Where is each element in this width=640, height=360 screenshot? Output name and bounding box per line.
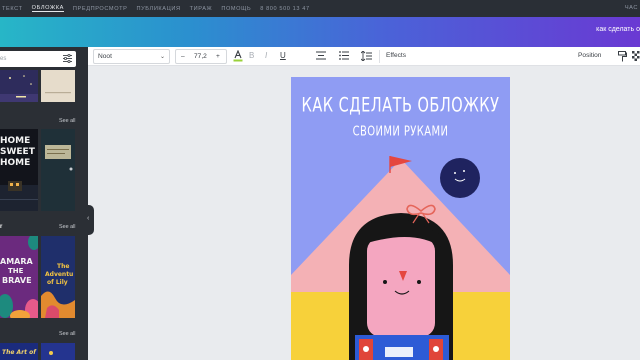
bold-button[interactable]: B — [249, 51, 254, 60]
template-thumb-art-of[interactable]: The Art of — [0, 343, 38, 360]
font-size-stepper: – 77,2 + — [175, 49, 227, 64]
home-line-2: SWEET — [0, 147, 35, 157]
position-button[interactable]: Position — [578, 52, 601, 59]
transparency-button[interactable] — [632, 51, 640, 63]
font-family-select[interactable]: Noot ⌄ — [93, 49, 170, 64]
line-spacing-icon — [360, 50, 372, 62]
chevron-left-icon: ‹ — [87, 215, 90, 222]
template-thumb-home-sweet-home[interactable]: HOME SWEET HOME — [0, 129, 38, 211]
adventure-line-2: Adventu — [45, 271, 74, 278]
panel-collapse-handle[interactable]: ‹ — [86, 205, 94, 235]
cover-subtitle[interactable]: СВОИМИ РУКАМИ — [291, 125, 510, 139]
italic-button[interactable]: I — [265, 51, 267, 60]
amara-line-3: BRAVE — [2, 276, 32, 285]
nav-item-cover[interactable]: ОБЛОЖКА — [31, 5, 64, 12]
section-title-2: r — [0, 224, 3, 230]
align-center-icon — [316, 51, 326, 60]
phone-number: 8 800 500 13 47 — [260, 5, 310, 12]
list-icon — [339, 51, 349, 60]
cover-title[interactable]: КАК СДЕЛАТЬ ОБЛОЖКУ — [291, 95, 510, 117]
amara-line-2: THE — [8, 267, 24, 275]
nav-item-preview[interactable]: ПРЕДПРОСМОТР — [73, 6, 128, 12]
editor-header: как сделать о — [0, 17, 640, 47]
toolbar-divider — [379, 50, 380, 63]
editor-app: ТЕКСТ ОБЛОЖКА ПРЕДПРОСМОТР ПУБЛИКАЦИЯ ТИ… — [0, 0, 640, 360]
paint-roller-icon — [618, 51, 627, 62]
nav-item-publication[interactable]: ПУБЛИКАЦИЯ — [137, 6, 181, 12]
template-thumb-7[interactable] — [41, 343, 75, 360]
amara-line-1: AMARA — [0, 257, 33, 266]
spacing-button[interactable] — [360, 50, 372, 63]
girl-face — [367, 237, 435, 337]
nav-item-print-run[interactable]: ТИРАЖ — [190, 6, 213, 12]
text-color-icon — [233, 49, 243, 62]
see-all-link-2[interactable]: See all — [59, 224, 75, 230]
template-thumb-1[interactable] — [0, 70, 38, 102]
effects-button[interactable]: Effects — [386, 52, 406, 59]
font-size-decrease-button[interactable]: – — [181, 53, 185, 60]
adventure-line-3: of Lily — [47, 279, 68, 286]
cover-illustration — [291, 156, 510, 360]
font-size-increase-button[interactable]: + — [216, 53, 220, 60]
font-size-value[interactable]: 77,2 — [194, 53, 207, 60]
paint-format-button[interactable] — [618, 51, 627, 64]
adventure-line-1: The — [57, 263, 70, 270]
nav-item-text[interactable]: ТЕКСТ — [2, 6, 23, 12]
design-page[interactable]: КАК СДЕЛАТЬ ОБЛОЖКУ СВОИМИ РУКАМИ — [291, 77, 510, 360]
search-placeholder: es — [0, 56, 7, 62]
template-thumb-2[interactable] — [41, 70, 75, 102]
list-button[interactable] — [339, 51, 349, 62]
home-line-3: HOME — [0, 158, 31, 168]
text-toolbar: Noot ⌄ – 77,2 + B I U Effects Position — [88, 47, 640, 66]
transparency-icon — [632, 51, 640, 61]
search-input[interactable]: es — [0, 51, 76, 67]
art-of-text: The Art of — [2, 349, 36, 356]
template-thumb-adventure[interactable]: The Adventu of Lily — [41, 236, 75, 318]
text-color-button[interactable] — [233, 49, 243, 64]
home-line-1: HOME — [0, 136, 31, 146]
design-title-link[interactable]: как сделать о — [596, 26, 640, 33]
template-thumb-amara[interactable]: AMARA THE BRAVE — [0, 236, 38, 318]
see-all-link-1[interactable]: See all — [59, 118, 75, 124]
underline-button[interactable]: U — [280, 51, 286, 60]
filter-icon[interactable] — [63, 54, 72, 63]
nav-item-help[interactable]: ПОМОЩЬ — [221, 6, 251, 12]
nav-right-text: ЧАС — [624, 5, 638, 11]
moon-icon — [440, 158, 480, 198]
font-family-value: Noot — [98, 53, 112, 60]
align-center-button[interactable] — [316, 51, 326, 62]
template-thumb-dark-book[interactable] — [41, 129, 75, 211]
see-all-link-3[interactable]: See all — [59, 331, 75, 337]
templates-panel: es See all HOME SWEET HOME See all r AMA… — [0, 47, 88, 360]
top-nav: ТЕКСТ ОБЛОЖКА ПРЕДПРОСМОТР ПУБЛИКАЦИЯ ТИ… — [0, 0, 640, 17]
chevron-down-icon: ⌄ — [159, 54, 165, 60]
